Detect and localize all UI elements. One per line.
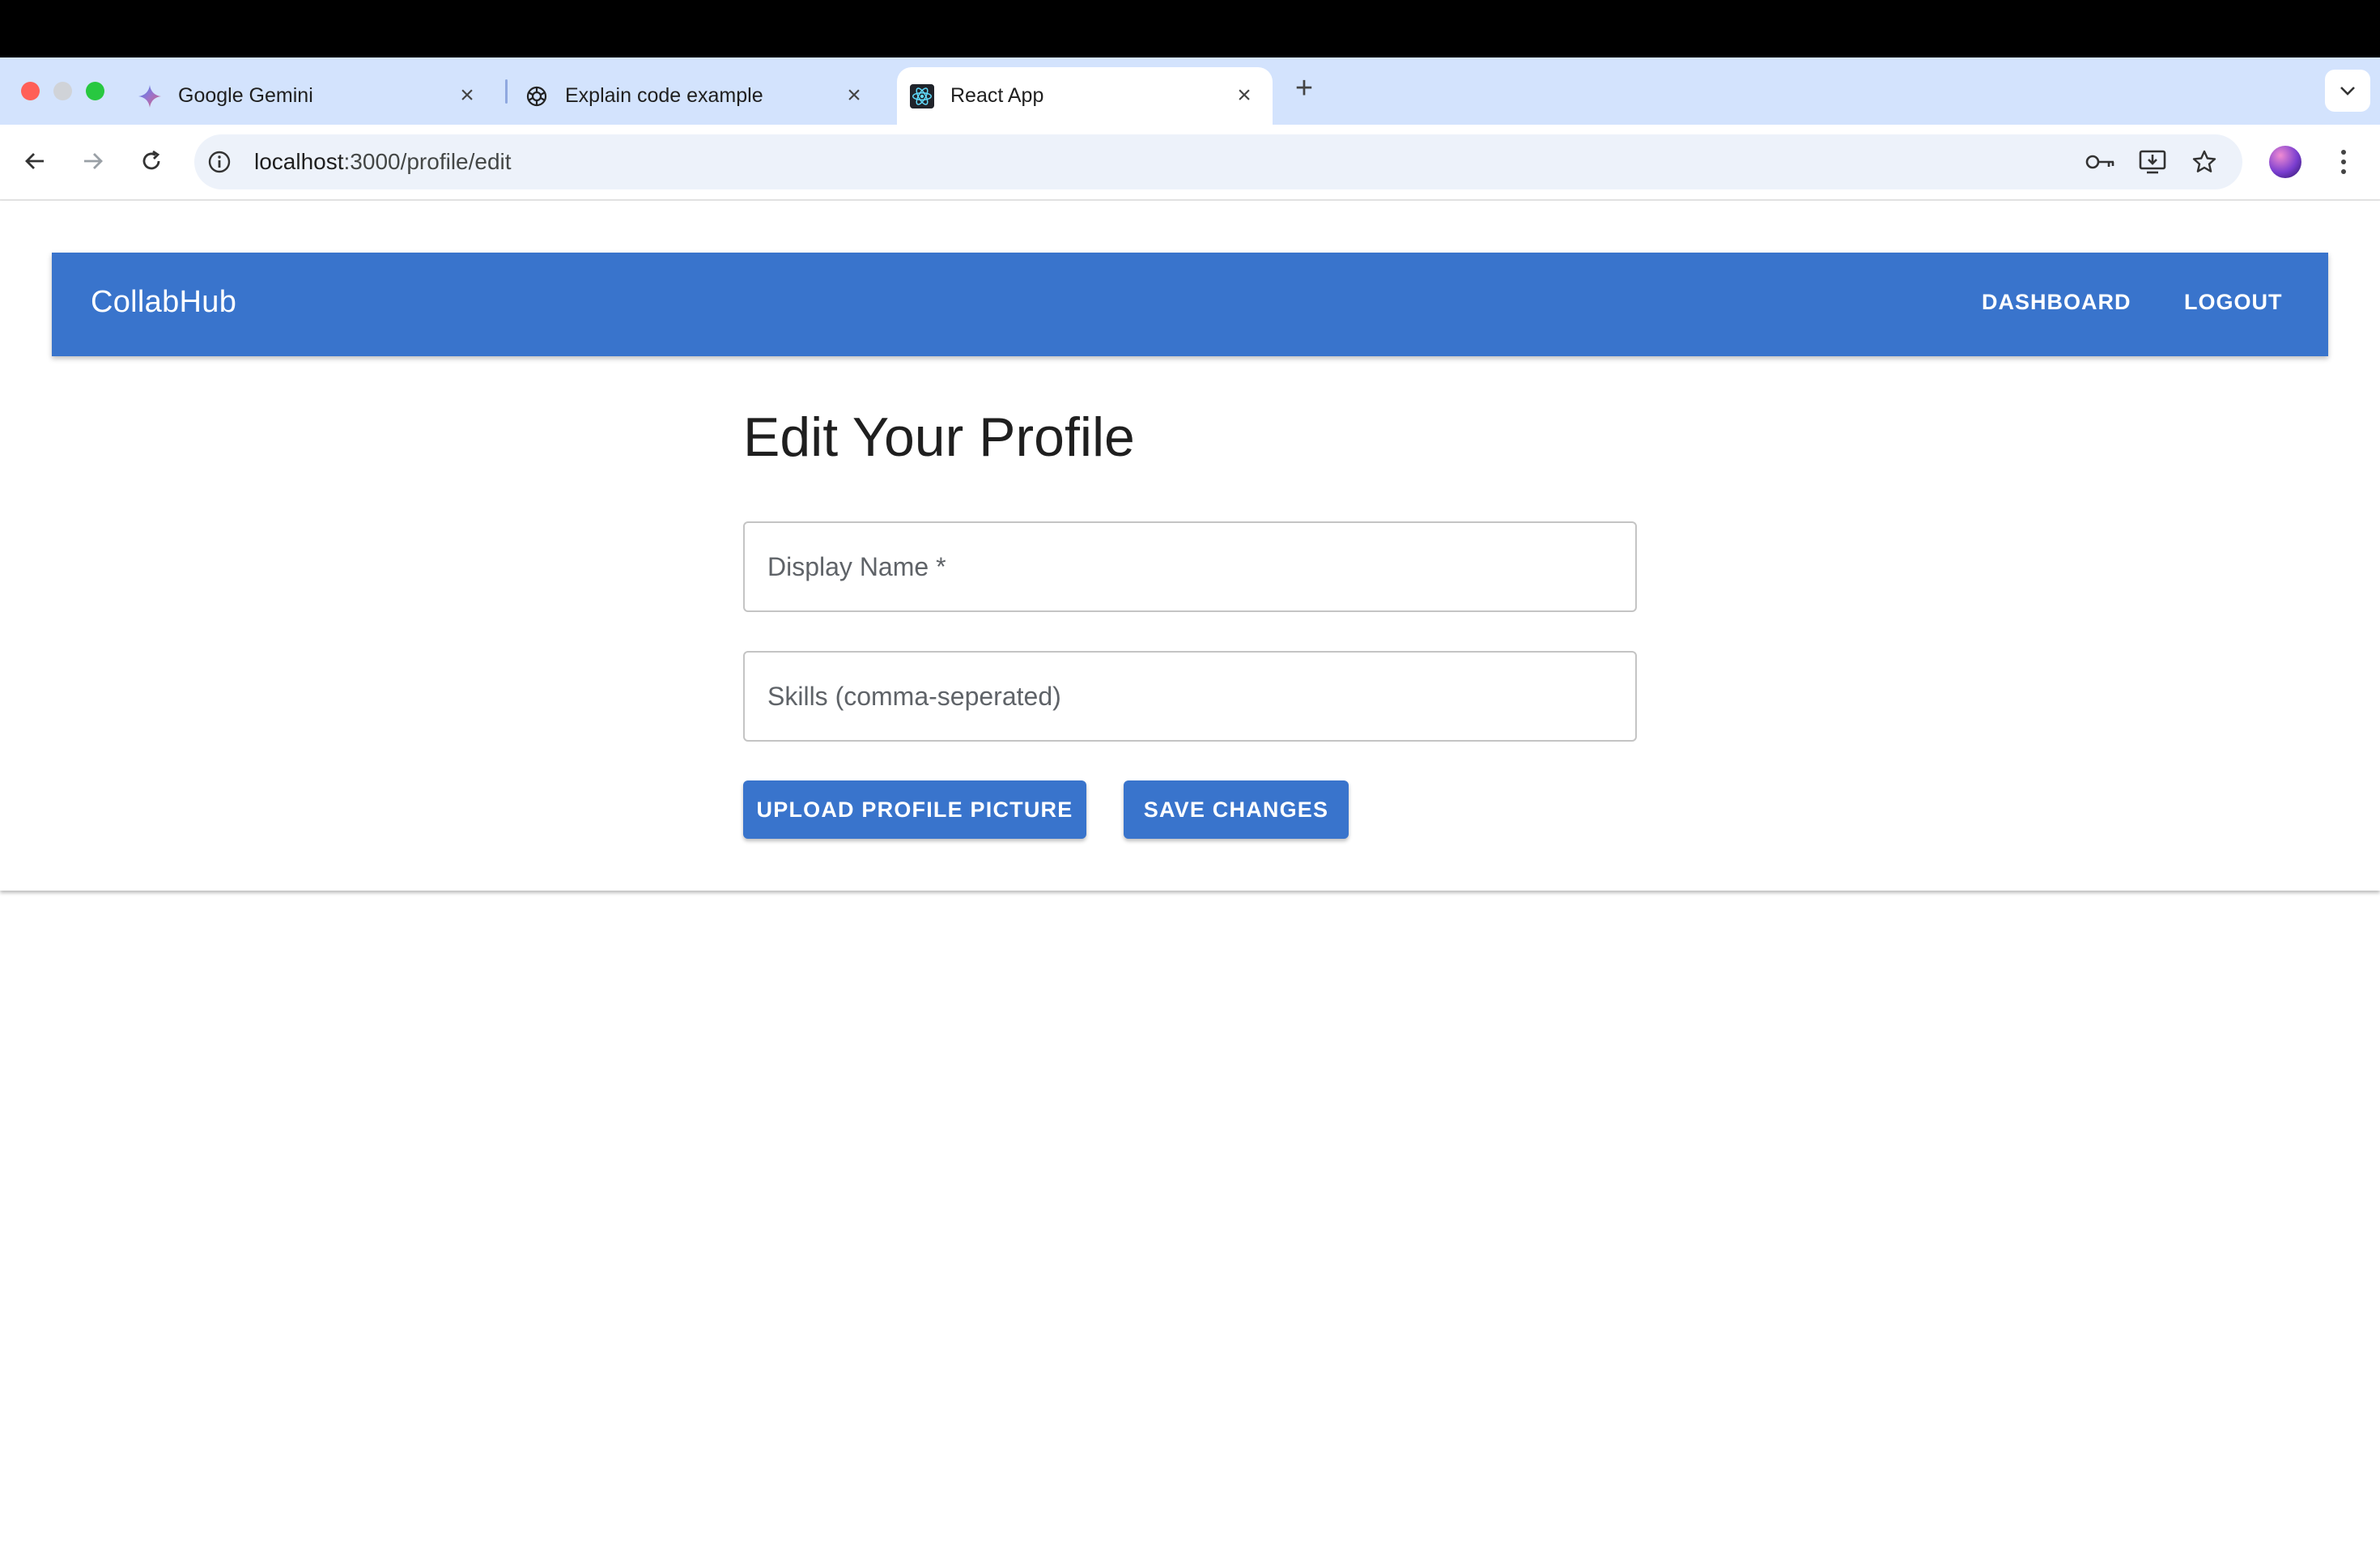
save-changes-button[interactable]: SAVE CHANGES bbox=[1124, 780, 1349, 839]
profile-avatar[interactable] bbox=[2269, 146, 2301, 178]
form-fields: Display Name * Skills (comma-seperated) … bbox=[743, 202, 1637, 850]
tab-react-app[interactable]: React App × bbox=[897, 67, 1273, 125]
logout-link[interactable]: LOGOUT bbox=[2184, 290, 2283, 315]
skills-field[interactable]: Skills (comma-seperated) bbox=[743, 651, 1637, 742]
window-zoom-button[interactable] bbox=[86, 82, 104, 100]
dashboard-link[interactable]: DASHBOARD bbox=[1982, 290, 2131, 315]
tab-separator bbox=[505, 79, 508, 104]
forward-arrow-icon[interactable] bbox=[74, 142, 112, 180]
tab-title: React App bbox=[950, 84, 1044, 107]
display-name-label: Display Name * bbox=[767, 552, 946, 581]
tab-close-icon[interactable]: × bbox=[1232, 83, 1256, 108]
tab-explain-code[interactable]: Explain code example × bbox=[525, 67, 881, 125]
back-arrow-icon[interactable] bbox=[16, 142, 53, 180]
react-icon bbox=[910, 83, 934, 108]
tab-search-chevron-icon[interactable] bbox=[2325, 70, 2370, 112]
tab-close-icon[interactable]: × bbox=[842, 83, 866, 108]
chatgpt-icon bbox=[525, 84, 549, 108]
display-name-field[interactable]: Display Name * bbox=[743, 521, 1637, 612]
tab-google-gemini[interactable]: Google Gemini × bbox=[138, 67, 494, 125]
brand-logo-text[interactable]: CollabHub bbox=[91, 285, 236, 320]
reload-icon[interactable] bbox=[133, 142, 170, 180]
window-close-button[interactable] bbox=[21, 82, 40, 100]
tab-title: Explain code example bbox=[565, 84, 763, 107]
password-key-icon[interactable] bbox=[2085, 146, 2117, 178]
install-app-icon[interactable] bbox=[2136, 146, 2169, 178]
skills-label: Skills (comma-seperated) bbox=[767, 682, 1061, 711]
url-host: localhost bbox=[254, 149, 344, 174]
browser-menu-icon[interactable] bbox=[2331, 146, 2356, 178]
site-info-icon[interactable] bbox=[206, 148, 233, 176]
upload-profile-picture-button[interactable]: UPLOAD PROFILE PICTURE bbox=[743, 780, 1086, 839]
new-tab-plus-icon[interactable]: + bbox=[1292, 73, 1316, 104]
system-top-bar bbox=[0, 0, 2380, 57]
url-text[interactable]: localhost:3000/profile/edit bbox=[254, 147, 512, 176]
window-minimize-button[interactable] bbox=[53, 82, 72, 100]
tab-title: Google Gemini bbox=[178, 84, 313, 107]
tab-close-icon[interactable]: × bbox=[455, 83, 479, 108]
gemini-icon bbox=[138, 84, 162, 108]
bookmark-star-icon[interactable] bbox=[2188, 146, 2221, 178]
url-path: :3000/profile/edit bbox=[343, 149, 512, 174]
